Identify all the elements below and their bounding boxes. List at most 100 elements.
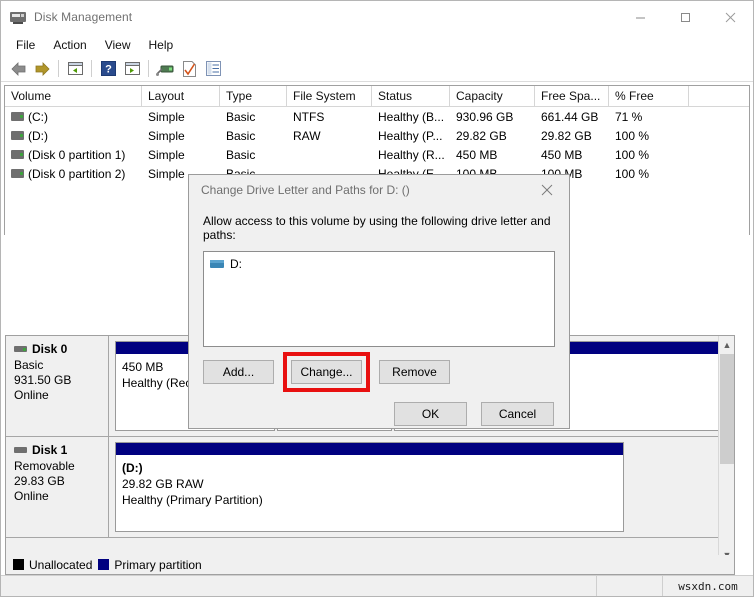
column-header-layout[interactable]: Layout [142, 86, 220, 106]
drive-icon [210, 260, 224, 268]
show-hide-action-pane-icon[interactable] [120, 58, 144, 80]
disk-kind: Basic [14, 358, 44, 372]
partition-block[interactable]: (D:) 29.82 GB RAW Healthy (Primary Parti… [115, 442, 624, 532]
legend-label: Primary partition [114, 557, 202, 572]
disk-icon [14, 447, 27, 453]
dialog-title-bar: Change Drive Letter and Paths for D: () [189, 175, 569, 204]
ok-button[interactable]: OK [394, 402, 467, 426]
cell-volume: (Disk 0 partition 1) [28, 147, 126, 162]
cell-layout: Simple [148, 109, 185, 124]
change-drive-letter-dialog: Change Drive Letter and Paths for D: () … [188, 174, 570, 429]
column-header-volume[interactable]: Volume [5, 86, 142, 106]
cell-capacity: 930.96 GB [456, 109, 514, 124]
disk-management-window: Disk Management File Action View Help ? … [0, 0, 754, 597]
cell-volume: (D:) [28, 128, 48, 143]
menu-view[interactable]: View [96, 36, 140, 54]
show-hide-console-tree-icon[interactable] [63, 58, 87, 80]
watermark: wsxdn.com [678, 579, 738, 593]
menu-help[interactable]: Help [140, 36, 183, 54]
legend-item-primary-partition: Primary partition [98, 557, 202, 572]
column-header-capacity[interactable]: Capacity [450, 86, 535, 106]
cell-status: Healthy (P... [378, 128, 443, 143]
cancel-button[interactable]: Cancel [481, 402, 554, 426]
cell-percent-free: 71 % [615, 109, 643, 124]
toolbar-separator [148, 60, 149, 77]
partition-status: Healthy (Primary Partition) [122, 493, 263, 507]
disk-name: Disk 1 [32, 443, 68, 457]
cell-volume: (Disk 0 partition 2) [28, 166, 126, 181]
scrollbar-thumb[interactable] [720, 354, 734, 464]
properties-icon[interactable] [177, 58, 201, 80]
cell-percent-free: 100 % [615, 166, 650, 181]
back-icon[interactable] [6, 58, 30, 80]
cell-free-space: 661.44 GB [541, 109, 599, 124]
legend-label: Unallocated [29, 557, 93, 572]
cell-type: Basic [226, 147, 256, 162]
column-header-free-space[interactable]: Free Spa... [535, 86, 609, 106]
minimize-button[interactable] [618, 1, 663, 33]
toolbar: ? [1, 56, 753, 82]
all-tasks-icon[interactable] [201, 58, 225, 80]
disk-info-1: Disk 1 Removable 29.83 GB Online [6, 437, 109, 537]
list-item-label: D: [230, 257, 242, 271]
table-row[interactable]: (Disk 0 partition 1) Simple Basic Health… [5, 145, 749, 164]
disk-row-1[interactable]: Disk 1 Removable 29.83 GB Online (D:) 29… [6, 437, 734, 538]
table-row[interactable]: (D:) Simple Basic RAW Healthy (P... 29.8… [5, 126, 749, 145]
dialog-confirm-buttons: OK Cancel [203, 402, 555, 426]
menu-action[interactable]: Action [44, 36, 95, 54]
cell-free-space: 450 MB [541, 147, 583, 162]
disk-info-0: Disk 0 Basic 931.50 GB Online [6, 336, 109, 436]
cell-file-system: NTFS [293, 109, 325, 124]
list-item[interactable]: D: [210, 257, 548, 271]
dialog-description: Allow access to this volume by using the… [203, 214, 551, 242]
drive-paths-list[interactable]: D: [203, 251, 555, 347]
dialog-body: Allow access to this volume by using the… [189, 204, 569, 426]
menu-bar: File Action View Help [1, 33, 753, 56]
column-header-file-system[interactable]: File System [287, 86, 372, 106]
dialog-action-buttons: Add... Change... Remove [203, 352, 555, 392]
table-row[interactable]: (C:) Simple Basic NTFS Healthy (B... 930… [5, 107, 749, 126]
forward-icon[interactable] [30, 58, 54, 80]
column-header-percent-free[interactable]: % Free [609, 86, 689, 106]
dialog-title: Change Drive Letter and Paths for D: () [201, 182, 410, 197]
menu-file[interactable]: File [7, 36, 44, 54]
window-title: Disk Management [34, 10, 133, 24]
status-bar: wsxdn.com [1, 575, 753, 596]
partition-size: 29.82 GB RAW [122, 477, 204, 491]
disk-state: Online [14, 489, 49, 503]
toolbar-separator [58, 60, 59, 77]
close-button[interactable] [708, 1, 753, 33]
column-header-status[interactable]: Status [372, 86, 450, 106]
add-button[interactable]: Add... [203, 360, 274, 384]
volume-list-header: Volume Layout Type File System Status Ca… [5, 86, 749, 107]
disk-name: Disk 0 [32, 342, 68, 356]
legend-swatch-unallocated [13, 559, 24, 570]
status-cell-main [1, 575, 597, 596]
partition-label: (D:) [122, 461, 143, 475]
change-button-highlight-wrap: Change... [283, 352, 370, 392]
cell-status: Healthy (R... [378, 147, 445, 162]
scroll-up-icon[interactable]: ▲ [719, 336, 734, 353]
partition-area-1: (D:) 29.82 GB RAW Healthy (Primary Parti… [109, 437, 734, 537]
dialog-close-button[interactable] [525, 175, 569, 204]
legend: Unallocated Primary partition [5, 555, 735, 575]
cell-layout: Simple [148, 128, 185, 143]
cell-status: Healthy (B... [378, 109, 445, 124]
disk-size: 29.83 GB [14, 474, 65, 488]
volume-icon [11, 112, 24, 121]
toolbar-separator [91, 60, 92, 77]
volume-icon [11, 150, 24, 159]
cell-capacity: 450 MB [456, 147, 498, 162]
column-header-type[interactable]: Type [220, 86, 287, 106]
cell-percent-free: 100 % [615, 128, 650, 143]
remove-button[interactable]: Remove [379, 360, 450, 384]
disk-pane-scrollbar[interactable]: ▲ ▼ [718, 336, 734, 563]
svg-text:?: ? [105, 64, 112, 76]
cell-capacity: 29.82 GB [456, 128, 507, 143]
help-icon[interactable]: ? [96, 58, 120, 80]
change-button[interactable]: Change... [291, 360, 362, 384]
window-controls [618, 1, 753, 33]
rescan-disks-icon[interactable] [153, 58, 177, 80]
maximize-button[interactable] [663, 1, 708, 33]
cell-percent-free: 100 % [615, 147, 650, 162]
